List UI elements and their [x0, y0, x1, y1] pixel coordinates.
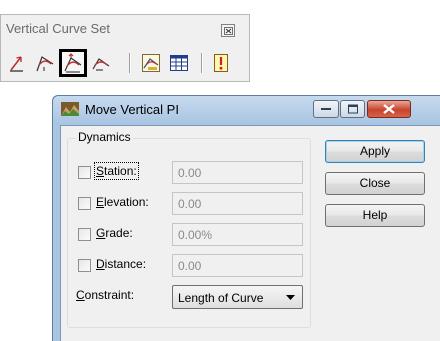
group-label: Dynamics [76, 130, 133, 144]
grade-checkbox[interactable] [78, 228, 91, 241]
maximize-button[interactable] [340, 100, 365, 118]
app-icon [61, 102, 79, 116]
close-icon [383, 104, 395, 114]
place-vertical-pi-tool[interactable] [7, 53, 27, 73]
constraint-selected-value: Length of Curve [178, 291, 264, 305]
tips-icon [214, 54, 228, 72]
distance-checkbox[interactable] [78, 259, 91, 272]
distance-field[interactable]: 0.00 [172, 254, 303, 277]
maximize-icon [347, 104, 358, 114]
constraint-label: Constraint: [76, 288, 135, 302]
toolbox-title: Vertical Curve Set [6, 21, 111, 36]
minimize-button[interactable] [313, 100, 339, 118]
close-window-button[interactable] [367, 100, 411, 118]
title-bar[interactable]: Move Vertical PI [53, 96, 440, 124]
window-title: Move Vertical PI [85, 102, 179, 117]
vertical-curve-editor-tool[interactable] [141, 53, 161, 73]
grade-label: Grade: [96, 226, 133, 240]
toolbar-separator [129, 53, 131, 73]
vertical-table-tool[interactable] [169, 53, 189, 73]
move-vertical-pi-dialog: Move Vertical PI Dynamics Station: 0.00 [52, 95, 440, 341]
tips-tool[interactable] [211, 53, 231, 73]
insert-vertical-pi-tool[interactable] [35, 53, 55, 73]
delete-vertical-pi-tool[interactable] [91, 53, 111, 73]
close-button[interactable]: Close [325, 172, 425, 195]
station-field[interactable]: 0.00 [172, 161, 303, 184]
station-checkbox[interactable] [78, 166, 91, 179]
place-vertical-pi-icon [10, 56, 23, 72]
dialog-client-area: Dynamics Station: 0.00 Elevation: 0.00 G… [60, 125, 440, 341]
grade-field[interactable]: 0.00% [172, 223, 303, 246]
station-label: Station: [94, 162, 139, 180]
toolbox-close-button[interactable] [221, 24, 235, 37]
vertical-curve-editor-icon [142, 54, 160, 72]
elevation-checkbox[interactable] [78, 197, 91, 210]
move-vertical-pi-icon [64, 53, 82, 73]
close-icon [224, 27, 233, 35]
constraint-dropdown[interactable]: Length of Curve [172, 285, 303, 309]
elevation-field[interactable]: 0.00 [172, 192, 303, 215]
help-button[interactable]: Help [325, 204, 425, 227]
chevron-down-icon [286, 295, 295, 300]
toolbar-separator [201, 53, 203, 73]
delete-vertical-pi-icon [92, 58, 110, 71]
vertical-curve-set-toolbox: Vertical Curve Set [0, 14, 250, 82]
minimize-icon [321, 108, 331, 110]
insert-vertical-pi-icon [36, 56, 54, 72]
elevation-label: Elevation: [96, 195, 149, 209]
apply-button[interactable]: Apply [325, 140, 425, 163]
distance-label: Distance: [96, 257, 147, 271]
dynamics-group: Dynamics Station: 0.00 Elevation: 0.00 G… [67, 130, 311, 328]
vertical-table-icon [170, 55, 188, 71]
move-vertical-pi-tool[interactable] [59, 49, 87, 77]
